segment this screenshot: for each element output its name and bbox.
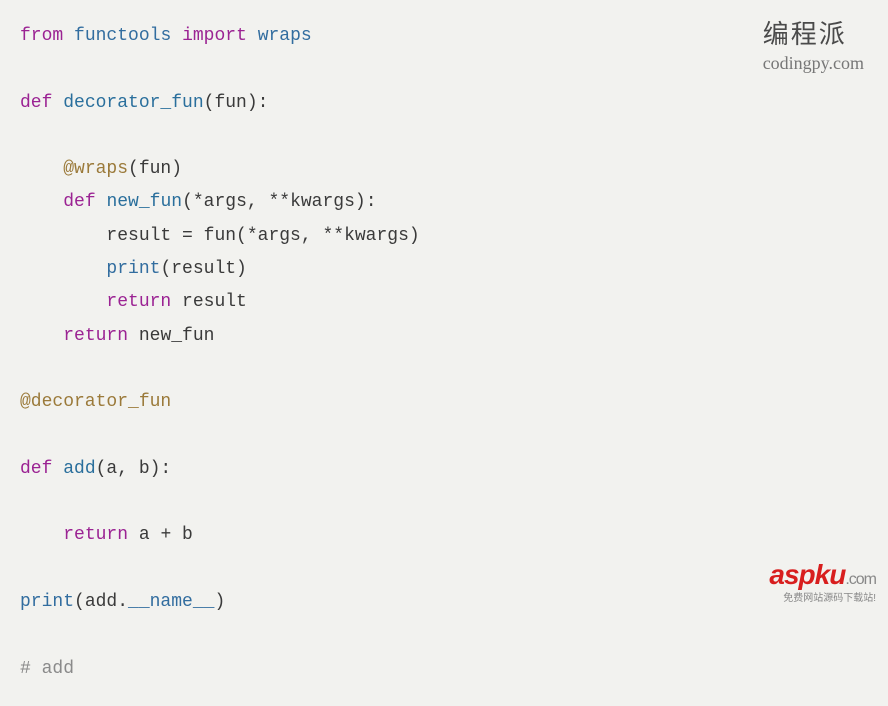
equals: =: [171, 226, 203, 246]
decorator-wraps: @wraps: [63, 159, 128, 179]
keyword-return: return: [106, 292, 171, 312]
decorator-arg: (fun): [128, 159, 182, 179]
watermark-brand: aspku: [769, 559, 845, 590]
watermark-bottom: aspku.com 免费网站源码下载站!: [769, 559, 876, 604]
builtin-print: print: [106, 259, 160, 279]
params: (*args, **kwargs):: [182, 192, 376, 212]
watermark-bottom-logo: aspku.com: [769, 559, 876, 591]
comment: # add: [20, 659, 74, 679]
keyword-import: import: [182, 26, 247, 46]
func-name: add: [63, 459, 95, 479]
return-val: result: [182, 292, 247, 312]
call-open: (add.: [74, 592, 128, 612]
keyword-def: def: [20, 459, 52, 479]
call-expr: fun(*args, **kwargs): [204, 226, 420, 246]
func-name: new_fun: [106, 192, 182, 212]
watermark-tagline: 免费网站源码下载站!: [769, 589, 876, 604]
keyword-return: return: [63, 525, 128, 545]
call-arg: (result): [160, 259, 246, 279]
dunder-name: __name__: [128, 592, 214, 612]
code-block: from functools import wraps def decorato…: [0, 0, 888, 706]
func-name: decorator_fun: [63, 93, 203, 113]
keyword-from: from: [20, 26, 63, 46]
code-pre: from functools import wraps def decorato…: [20, 20, 868, 686]
keyword-return: return: [63, 326, 128, 346]
builtin-print: print: [20, 592, 74, 612]
return-val: new_fun: [139, 326, 215, 346]
watermark-suffix: .com: [845, 571, 876, 588]
watermark-top: 编程派 codingpy.com: [763, 14, 864, 74]
params: (a, b):: [96, 459, 172, 479]
module-name: functools: [74, 26, 171, 46]
decorator-fun: @decorator_fun: [20, 392, 171, 412]
var-name: result: [106, 226, 171, 246]
watermark-top-cn: 编程派: [763, 14, 864, 51]
keyword-def: def: [20, 93, 52, 113]
return-val: a + b: [139, 525, 193, 545]
watermark-top-en: codingpy.com: [763, 53, 864, 74]
import-name: wraps: [258, 26, 312, 46]
params: (fun):: [204, 93, 269, 113]
keyword-def: def: [63, 192, 95, 212]
call-close: ): [214, 592, 225, 612]
